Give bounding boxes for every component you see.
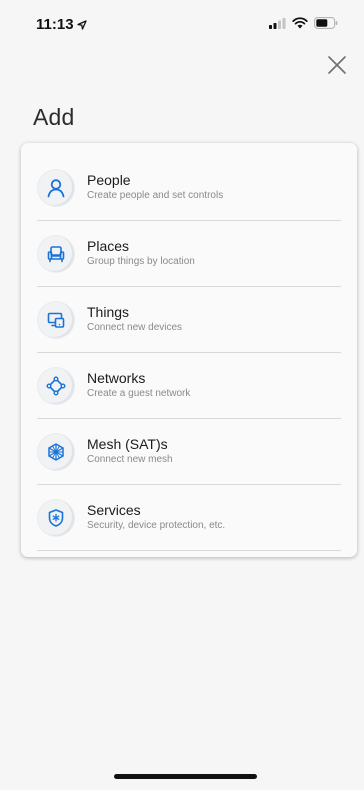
people-icon-badge xyxy=(38,169,74,206)
sofa-icon xyxy=(47,245,65,262)
status-icons xyxy=(269,17,338,29)
status-time-label: 11:13 xyxy=(36,16,74,33)
mesh-subtitle: Connect new mesh xyxy=(87,454,173,465)
status-time: 11:13 xyxy=(36,16,87,33)
services-icon-badge xyxy=(38,499,74,536)
people-subtitle: Create people and set controls xyxy=(87,190,224,201)
add-things-row[interactable]: Things Connect new devices xyxy=(37,287,341,353)
places-title: Places xyxy=(87,238,130,254)
add-people-row[interactable]: People Create people and set controls xyxy=(37,155,341,221)
cellular-signal-icon xyxy=(269,17,286,29)
status-bar: 11:13 xyxy=(0,0,364,44)
add-options-card: People Create people and set controls Pl… xyxy=(21,143,357,557)
people-title: People xyxy=(87,172,131,188)
location-arrow-icon xyxy=(76,19,87,30)
services-subtitle: Security, device protection, etc. xyxy=(87,520,226,531)
person-icon xyxy=(47,178,65,197)
add-networks-row[interactable]: Networks Create a guest network xyxy=(37,353,341,419)
places-icon-badge xyxy=(38,235,74,272)
page-title: Add xyxy=(33,104,75,130)
add-services-row[interactable]: Services Security, device protection, et… xyxy=(37,485,341,551)
home-indicator[interactable] xyxy=(114,774,257,779)
close-icon xyxy=(328,56,346,74)
mesh-icon-badge xyxy=(38,433,74,470)
networks-subtitle: Create a guest network xyxy=(87,388,191,399)
devices-icon xyxy=(47,312,65,328)
mesh-icon xyxy=(48,442,64,461)
places-subtitle: Group things by location xyxy=(87,256,195,267)
networks-icon-badge xyxy=(38,367,74,404)
things-title: Things xyxy=(87,304,130,320)
shield-icon xyxy=(48,508,64,527)
networks-title: Networks xyxy=(87,370,146,386)
network-icon xyxy=(46,376,66,395)
add-places-row[interactable]: Places Group things by location xyxy=(37,221,341,287)
battery-icon xyxy=(314,17,338,29)
close-button[interactable] xyxy=(324,52,350,78)
services-title: Services xyxy=(87,502,141,518)
things-subtitle: Connect new devices xyxy=(87,322,183,333)
things-icon-badge xyxy=(38,301,74,338)
mesh-title: Mesh (SAT)s xyxy=(87,436,168,452)
add-mesh-row[interactable]: Mesh (SAT)s Connect new mesh xyxy=(37,419,341,485)
wifi-icon xyxy=(292,17,308,29)
